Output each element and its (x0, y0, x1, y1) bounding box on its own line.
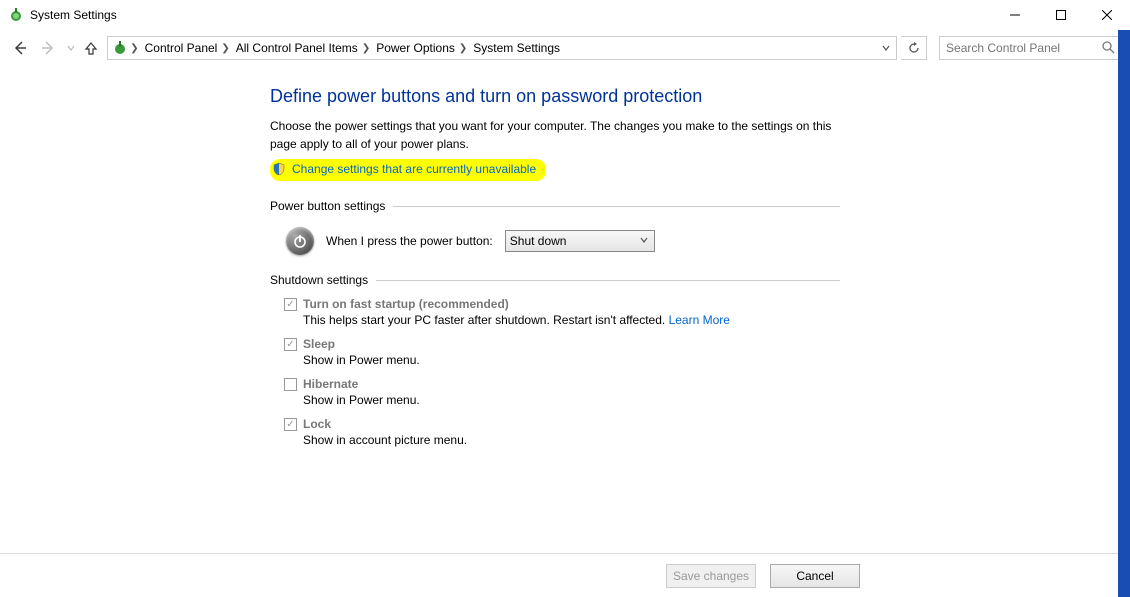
hibernate-label: Hibernate (303, 377, 358, 391)
sleep-checkbox[interactable]: ✓ (284, 338, 297, 351)
shutdown-settings-header: Shutdown settings (270, 273, 376, 287)
recent-locations-dropdown[interactable] (64, 44, 78, 52)
page-title: Define power buttons and turn on passwor… (270, 86, 840, 107)
breadcrumb-history-dropdown[interactable] (876, 41, 896, 55)
lock-label: Lock (303, 417, 331, 431)
chevron-right-icon[interactable]: ❯ (128, 43, 140, 54)
page-intro: Choose the power settings that you want … (270, 117, 840, 153)
chevron-right-icon[interactable]: ❯ (219, 43, 231, 54)
power-button-action-select[interactable]: Shut down (505, 230, 655, 252)
search-input[interactable] (946, 41, 1101, 55)
power-button-label: When I press the power button: (326, 234, 493, 248)
lock-desc: Show in account picture menu. (303, 433, 840, 447)
breadcrumb-item-system-settings[interactable]: System Settings (469, 41, 562, 55)
control-panel-icon (112, 40, 128, 56)
hibernate-checkbox[interactable] (284, 378, 297, 391)
breadcrumb-item-power-options[interactable]: Power Options (372, 41, 457, 55)
learn-more-link[interactable]: Learn More (669, 313, 730, 327)
lock-checkbox[interactable]: ✓ (284, 418, 297, 431)
sleep-desc: Show in Power menu. (303, 353, 840, 367)
search-box[interactable] (939, 36, 1122, 60)
minimize-button[interactable] (992, 0, 1038, 30)
save-button[interactable]: Save changes (666, 564, 756, 588)
up-button[interactable] (81, 36, 101, 60)
power-button-settings-header: Power button settings (270, 199, 393, 213)
shield-icon (272, 162, 286, 176)
hibernate-desc: Show in Power menu. (303, 393, 840, 407)
divider (376, 280, 840, 281)
breadcrumb-item-control-panel[interactable]: Control Panel (141, 41, 220, 55)
app-icon (8, 7, 24, 23)
chevron-right-icon[interactable]: ❯ (457, 43, 469, 54)
search-icon[interactable] (1101, 40, 1115, 57)
fast-startup-desc: This helps start your PC faster after sh… (303, 313, 669, 327)
chevron-right-icon[interactable]: ❯ (360, 43, 372, 54)
close-button[interactable] (1084, 0, 1130, 30)
window-title: System Settings (30, 8, 117, 22)
forward-button[interactable] (36, 36, 60, 60)
sleep-label: Sleep (303, 337, 335, 351)
maximize-button[interactable] (1038, 0, 1084, 30)
power-button-selected: Shut down (510, 234, 567, 248)
change-settings-link[interactable]: Change settings that are currently unava… (292, 162, 536, 176)
breadcrumb[interactable]: ❯ Control Panel ❯ All Control Panel Item… (107, 36, 897, 60)
refresh-button[interactable] (901, 36, 927, 60)
back-button[interactable] (8, 36, 32, 60)
chevron-down-icon (640, 236, 648, 247)
divider (393, 206, 840, 207)
window-edge-accent (1118, 30, 1130, 597)
breadcrumb-item-all-items[interactable]: All Control Panel Items (232, 41, 360, 55)
highlight-annotation: Change settings that are currently unava… (270, 159, 546, 181)
power-icon (286, 227, 314, 255)
fast-startup-checkbox[interactable]: ✓ (284, 298, 297, 311)
cancel-button[interactable]: Cancel (770, 564, 860, 588)
fast-startup-label: Turn on fast startup (recommended) (303, 297, 509, 311)
